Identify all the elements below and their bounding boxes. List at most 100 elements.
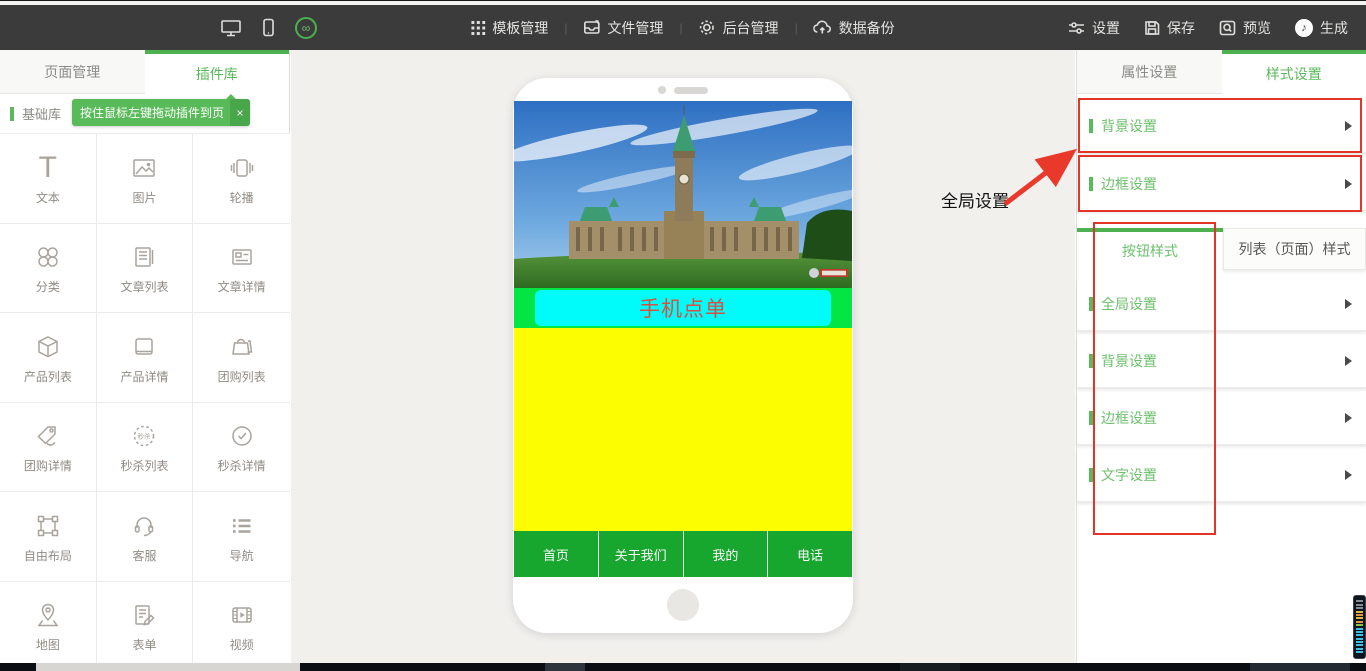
tab-list-page-style[interactable]: 列表（页面）样式: [1223, 228, 1366, 270]
chevron-right-icon: [1345, 470, 1352, 480]
phone-mockup: 手机点单 首页 关于我们 我的 电话: [513, 78, 853, 633]
settings-button[interactable]: 设置: [1068, 18, 1120, 38]
preview-button[interactable]: 预览: [1219, 18, 1271, 38]
menu-template-manage[interactable]: 模板管理: [471, 18, 548, 38]
section-button-border-settings[interactable]: 边框设置: [1077, 392, 1366, 445]
plugin-groupbuy-list[interactable]: 团购列表: [193, 313, 290, 403]
section-button-background-settings[interactable]: 背景设置: [1077, 335, 1366, 388]
close-icon[interactable]: ×: [230, 99, 250, 126]
tab-page-manage[interactable]: 页面管理: [0, 50, 145, 94]
divider: |: [564, 21, 567, 35]
chevron-right-icon: [1345, 121, 1352, 131]
category-icon: [34, 240, 62, 274]
menu-label: 文件管理: [607, 18, 663, 38]
section-global-settings[interactable]: 全局设置: [1077, 278, 1366, 331]
text-icon: T: [39, 151, 57, 185]
sliders-icon: [1068, 21, 1085, 35]
plugin-free-layout[interactable]: 自由布局: [0, 492, 97, 582]
annotation-arrow: [997, 142, 1087, 212]
phone-speaker: [513, 86, 853, 94]
product-list-icon: [34, 330, 62, 364]
plugin-navigation[interactable]: 导航: [193, 492, 290, 582]
plugin-map[interactable]: 地图: [0, 582, 97, 671]
article-detail-icon: [228, 240, 256, 274]
desktop-preview-icon[interactable]: [220, 19, 242, 37]
tab-label: 列表（页面）样式: [1239, 239, 1351, 259]
plugin-groupbuy-detail[interactable]: 团购详情: [0, 403, 97, 493]
section-text-settings[interactable]: 文字设置: [1077, 449, 1366, 502]
plugin-panel: 页面管理 插件库 基础库 按住鼠标左键拖动插件到页 × T 文本 图片: [0, 50, 290, 671]
order-button[interactable]: 手机点单: [535, 290, 831, 326]
mobile-preview-icon[interactable]: [262, 18, 275, 37]
tab-attribute-settings[interactable]: 属性设置: [1077, 50, 1222, 94]
drag-hint-tooltip: 按住鼠标左键拖动插件到页 ×: [72, 99, 250, 126]
headset-icon: [130, 509, 158, 543]
section-marker: [1089, 468, 1093, 482]
scrollbar-shade: [545, 663, 585, 671]
plugin-product-detail[interactable]: 产品详情: [97, 313, 194, 403]
groupbuy-list-icon: [228, 330, 256, 364]
menu-backend-manage[interactable]: 后台管理: [699, 18, 779, 38]
speaker-bar: [674, 87, 708, 94]
plugin-image[interactable]: 图片: [97, 134, 194, 224]
scrollbar-shade: [1250, 663, 1350, 671]
link-icon[interactable]: ∞: [295, 17, 317, 39]
tab-label: 按钮样式: [1122, 241, 1178, 261]
library-label: 基础库: [22, 104, 61, 123]
generate-icon: ♪: [1295, 19, 1313, 37]
plugin-customer-service[interactable]: 客服: [97, 492, 194, 582]
action-label: 预览: [1243, 18, 1271, 38]
plugin-form[interactable]: 表单: [97, 582, 194, 671]
nav-about[interactable]: 关于我们: [599, 531, 684, 577]
right-panel-tabs: 属性设置 样式设置: [1077, 50, 1366, 94]
tab-plugin-library[interactable]: 插件库: [145, 50, 290, 94]
content-placeholder[interactable]: [514, 328, 852, 531]
preview-magnifier-icon: [1219, 20, 1236, 36]
plugin-seckill-list[interactable]: 秒杀 秒杀列表: [97, 403, 194, 493]
divider: |: [679, 21, 682, 35]
section-marker: [1089, 297, 1093, 311]
menu-label: 模板管理: [492, 18, 548, 38]
plugin-category[interactable]: 分类: [0, 224, 97, 314]
app-root: ∞ 模板管理 | 文件管理 | 后台管理 | 数据备份: [0, 0, 1366, 671]
plugin-article-detail[interactable]: 文章详情: [193, 224, 290, 314]
nav-mine[interactable]: 我的: [684, 531, 769, 577]
left-panel-tabs: 页面管理 插件库: [0, 50, 289, 94]
plugin-article-list[interactable]: 文章列表: [97, 224, 194, 314]
hero-image[interactable]: [514, 101, 852, 288]
menu-data-backup[interactable]: 数据备份: [814, 18, 895, 38]
tooltip-text: 按住鼠标左键拖动插件到页: [80, 104, 224, 121]
plugin-seckill-detail[interactable]: 秒杀详情: [193, 403, 290, 493]
tab-button-style[interactable]: 按钮样式: [1077, 228, 1223, 270]
seckill-list-icon: 秒杀: [130, 419, 158, 453]
section-border-settings[interactable]: 边框设置: [1077, 158, 1366, 211]
article-list-icon: [130, 240, 158, 274]
tab-style-settings[interactable]: 样式设置: [1222, 50, 1366, 94]
generate-button[interactable]: ♪ 生成: [1295, 18, 1348, 38]
section-marker: [1089, 177, 1093, 191]
gear-icon: [699, 19, 716, 36]
chevron-right-icon: [1345, 413, 1352, 423]
divider: |: [795, 21, 798, 35]
nav-home[interactable]: 首页: [514, 531, 599, 577]
plugin-text[interactable]: T 文本: [0, 134, 97, 224]
plugin-product-list[interactable]: 产品列表: [0, 313, 97, 403]
save-button[interactable]: 保存: [1144, 18, 1195, 38]
home-button[interactable]: [667, 589, 699, 621]
bottom-scrollbar-track: [0, 663, 1366, 671]
scrollbar-shade: [900, 663, 960, 671]
topbar: ∞ 模板管理 | 文件管理 | 后台管理 | 数据备份: [0, 5, 1366, 50]
hscroll-thumb[interactable]: [36, 663, 300, 671]
menu-file-manage[interactable]: 文件管理: [583, 18, 663, 38]
video-icon: [228, 598, 256, 632]
phone-bottom-nav: 首页 关于我们 我的 电话: [514, 531, 852, 577]
device-toggle-group: ∞: [220, 17, 317, 39]
form-icon: [130, 598, 158, 632]
nav-phone[interactable]: 电话: [768, 531, 852, 577]
plugin-video[interactable]: 视频: [193, 582, 290, 671]
nav-list-icon: [228, 509, 256, 543]
chevron-right-icon: [1345, 356, 1352, 366]
section-background-settings[interactable]: 背景设置: [1077, 100, 1366, 153]
image-icon: [130, 151, 158, 185]
plugin-carousel[interactable]: 轮播: [193, 134, 290, 224]
